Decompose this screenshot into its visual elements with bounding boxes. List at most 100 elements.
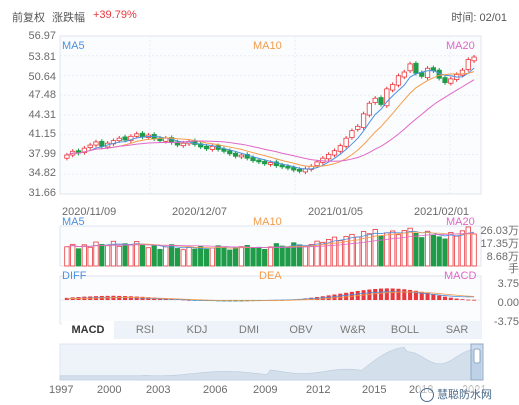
tab-kdj[interactable]: KDJ xyxy=(174,321,220,339)
volume-bar xyxy=(232,247,239,267)
vol-ma10-label: MA10 xyxy=(253,216,282,228)
macd-bar xyxy=(378,288,384,300)
candle-body xyxy=(471,56,477,62)
candle-body xyxy=(343,137,349,147)
vol-ma5-label: MA5 xyxy=(62,216,85,228)
candle-body xyxy=(267,162,274,165)
macd-bar xyxy=(338,293,343,300)
candle-body xyxy=(331,150,338,156)
volume-bar xyxy=(256,247,262,267)
candle-body xyxy=(349,130,355,138)
volume-bar xyxy=(390,230,396,267)
volume-bar xyxy=(221,247,227,267)
date-label: 2021/01/05 xyxy=(308,206,364,218)
tab-boll[interactable]: BOLL xyxy=(382,321,428,339)
tab-dmi[interactable]: DMI xyxy=(226,321,272,339)
volume-bar xyxy=(442,238,448,267)
year-label: 2009 xyxy=(253,384,278,396)
tab-rsi[interactable]: RSI xyxy=(122,321,168,339)
candle-body xyxy=(116,137,122,142)
candle-body xyxy=(465,59,471,70)
candle-body xyxy=(372,97,378,104)
tab-sar[interactable]: SAR xyxy=(434,321,480,339)
volume-bar xyxy=(139,243,146,267)
volume-bar xyxy=(349,233,355,267)
volume-bar xyxy=(250,247,256,267)
volume-bar xyxy=(355,236,361,267)
volume-bar xyxy=(262,249,268,267)
volume-bar xyxy=(238,246,245,267)
volume-bar xyxy=(128,244,134,267)
macd-bar xyxy=(448,297,453,300)
candle-body xyxy=(285,165,291,169)
macd-y-tick: 0.00 xyxy=(497,297,519,309)
tab-wr[interactable]: W&R xyxy=(330,321,376,339)
candle-body xyxy=(390,84,396,91)
candle-body xyxy=(337,145,343,152)
macd-bar xyxy=(373,288,378,300)
candle-body xyxy=(64,154,70,159)
candle-body xyxy=(424,67,431,79)
macd-bar xyxy=(408,289,413,300)
volume-bar xyxy=(296,244,303,267)
candle-body xyxy=(366,102,372,116)
macd-bar xyxy=(390,288,395,300)
candle-body xyxy=(401,71,407,78)
volume-bar xyxy=(384,232,390,267)
volume-bar xyxy=(413,233,419,267)
macd-bar xyxy=(454,298,459,300)
year-label: 2000 xyxy=(97,384,122,396)
watermark: 慧聪防水网 xyxy=(418,386,494,403)
macd-bar xyxy=(396,288,401,300)
candle-body xyxy=(99,140,105,147)
tab-macd[interactable]: MACD xyxy=(62,321,114,339)
volume-bar xyxy=(459,230,466,267)
macd-bar xyxy=(460,299,465,301)
volume-bar xyxy=(186,246,192,267)
volume-bar xyxy=(360,231,367,267)
volume-bar xyxy=(366,233,372,267)
volume-bar xyxy=(64,246,70,267)
candle-body xyxy=(279,164,285,168)
candle-body xyxy=(256,159,262,163)
volume-bar xyxy=(169,244,175,267)
candle-body xyxy=(139,132,146,138)
candle-body xyxy=(378,97,384,105)
candle-body xyxy=(238,154,245,158)
volume-bar xyxy=(157,249,163,267)
candle-body xyxy=(180,142,186,147)
tab-obv[interactable]: OBV xyxy=(278,321,324,339)
volume-bar xyxy=(308,244,314,267)
candle-body xyxy=(413,62,419,74)
volume-bar xyxy=(395,234,402,267)
range-grip xyxy=(473,348,481,364)
candle-body xyxy=(407,63,413,72)
stock-chart[interactable] xyxy=(0,0,519,405)
volume-bar xyxy=(401,230,407,267)
volume-bar xyxy=(70,243,76,267)
candle-body xyxy=(296,169,303,172)
macd-bar xyxy=(442,296,448,300)
candle-body xyxy=(122,136,128,141)
volume-bar xyxy=(424,230,431,267)
candle-body xyxy=(227,150,233,155)
volume-bar xyxy=(99,244,105,267)
volume-bar xyxy=(122,243,128,267)
volume-bar xyxy=(419,237,425,267)
volume-bar xyxy=(227,249,233,267)
volume-bar xyxy=(448,232,454,267)
candle-body xyxy=(262,160,268,165)
volume-bar xyxy=(192,248,198,267)
date-label: 2020/12/07 xyxy=(172,206,228,218)
macd-bar xyxy=(332,294,337,300)
candle-body xyxy=(395,75,402,86)
candle-body xyxy=(250,157,256,162)
candle-body xyxy=(448,78,454,84)
volume-bar xyxy=(285,246,291,267)
indicator-tab-bar: MACD RSI KDJ DMI OBV W&R BOLL SAR xyxy=(62,321,482,339)
candle-body xyxy=(203,145,210,150)
volume-bar xyxy=(436,236,442,267)
volume-bar xyxy=(244,245,250,267)
candle-body xyxy=(360,113,367,128)
ma10-label: MA10 xyxy=(253,40,282,52)
